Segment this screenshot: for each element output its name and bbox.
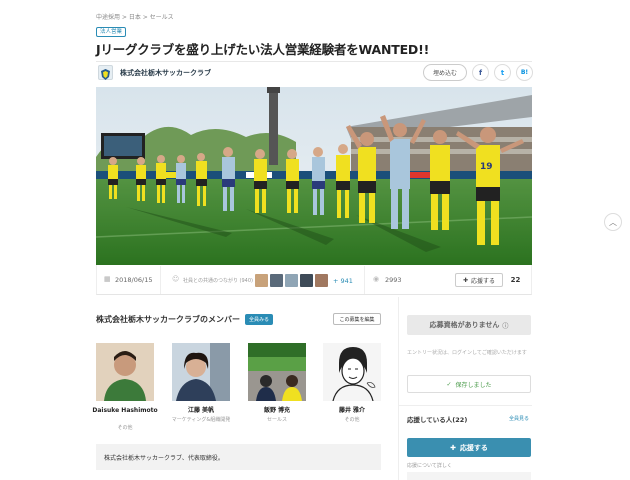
support-icon: ✚ xyxy=(450,443,456,452)
member-role: その他 xyxy=(117,425,133,431)
category-tag[interactable]: 法人営業 xyxy=(96,27,127,37)
member-photo[interactable] xyxy=(323,343,381,401)
page-title: Jリーグクラブを盛り上げたい法人営業経験者をWANTED!! xyxy=(96,42,430,57)
support-main-button[interactable]: ✚ 応援する xyxy=(407,438,531,457)
edit-posting-button[interactable]: この募集を編集 xyxy=(333,313,381,325)
twitter-share-icon[interactable]: t xyxy=(494,64,511,81)
member-name[interactable]: Daisuke Hashimoto xyxy=(85,407,165,415)
member-role: セールス xyxy=(266,417,287,423)
saved-button[interactable]: ✓ 保存しました xyxy=(407,375,531,393)
people-icon: ☺ xyxy=(172,275,180,283)
svg-text:19: 19 xyxy=(480,162,493,172)
eye-icon: ◉ xyxy=(373,275,380,283)
company-name[interactable]: 株式会社栃木サッカークラブ xyxy=(120,68,211,78)
support-main-label: 応援する xyxy=(459,443,488,452)
connection-avatar[interactable] xyxy=(255,274,268,287)
member-role: その他 xyxy=(344,417,360,423)
divider xyxy=(160,266,161,294)
member-name[interactable]: 江藤 美帆 xyxy=(161,407,241,415)
members-title: 株式会社栃木サッカークラブのメンバー xyxy=(96,315,240,324)
facebook-share-icon[interactable]: f xyxy=(472,64,489,81)
member-photo[interactable] xyxy=(248,343,306,401)
connection-avatar[interactable] xyxy=(300,274,313,287)
ineligible-notice: 応募資格がありません ⓘ xyxy=(407,315,531,335)
divider xyxy=(399,405,532,406)
hatena-bookmark-icon[interactable]: B! xyxy=(516,64,533,81)
breadcrumb[interactable]: 中途採用 > 日本 > セールス xyxy=(96,12,174,21)
chevron-up-icon: ︿ xyxy=(609,217,617,227)
connection-avatar[interactable] xyxy=(270,274,283,287)
calendar-icon: ▦ xyxy=(104,275,111,283)
entry-notice: エントリー状況は、ログインしてご確認いただけます xyxy=(407,350,527,356)
check-icon: ✓ xyxy=(446,380,452,388)
support-button-label: 応援する xyxy=(471,277,496,285)
see-all-members-button[interactable]: 全員みる xyxy=(245,314,274,325)
connections-more[interactable]: + 941 xyxy=(333,277,353,285)
club-crest-icon[interactable] xyxy=(98,65,113,80)
support-icon: ✚ xyxy=(462,276,468,284)
support-count: 22 xyxy=(510,276,521,284)
hero-photo: 19 xyxy=(96,87,532,265)
connection-avatar[interactable] xyxy=(285,274,298,287)
view-count: 2993 xyxy=(385,276,402,284)
member-description: 株式会社栃木サッカークラブ、代表取締役。 xyxy=(96,444,381,470)
divider xyxy=(364,266,365,294)
connections-label: 社員との共通のつながり (940) xyxy=(183,278,253,284)
about-support-link[interactable]: 応援について詳しく xyxy=(407,462,452,469)
posted-date: 2018/06/15 xyxy=(115,276,153,284)
member-name[interactable]: 飯野 博充 xyxy=(237,407,317,415)
support-button[interactable]: ✚ 応援する xyxy=(455,273,503,287)
member-name[interactable]: 藤井 雅介 xyxy=(312,407,392,415)
scroll-top-button[interactable]: ︿ xyxy=(604,213,622,231)
help-icon[interactable]: ⓘ xyxy=(502,321,508,330)
supporter-avatars xyxy=(407,472,531,480)
connection-avatar[interactable] xyxy=(315,274,328,287)
supporting-title: 応援している人(22) xyxy=(407,416,468,424)
member-photo[interactable] xyxy=(96,343,154,401)
ineligible-label: 応募資格がありません xyxy=(429,321,500,329)
saved-label: 保存しました xyxy=(455,381,492,389)
see-all-supporters-link[interactable]: 全員見る xyxy=(509,415,529,422)
member-role: マーケティング&組織開発 xyxy=(171,417,231,423)
member-photo[interactable] xyxy=(172,343,230,401)
embed-button[interactable]: 埋め込む xyxy=(423,64,467,81)
